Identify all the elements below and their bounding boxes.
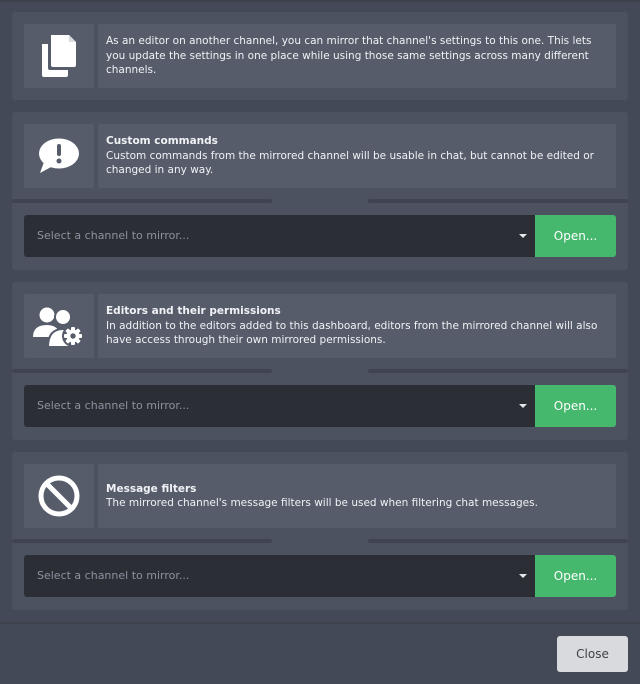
- divider: [368, 369, 628, 373]
- chevron-down-icon: [519, 574, 527, 578]
- intro-description: As an editor on another channel, you can…: [106, 35, 592, 77]
- message-filters-text-box: Message filters The mirrored channel's m…: [98, 464, 616, 528]
- divider: [12, 369, 272, 373]
- select-placeholder: Select a channel to mirror...: [37, 399, 190, 412]
- divider: [368, 199, 628, 203]
- exclamation-speech-bubble-icon: [39, 138, 79, 173]
- custom-commands-icon-box: [24, 124, 94, 188]
- divider: [12, 539, 272, 543]
- message-filters-title: Message filters: [106, 482, 197, 495]
- intro-panel: As an editor on another channel, you can…: [12, 12, 628, 100]
- editors-title: Editors and their permissions: [106, 305, 281, 318]
- select-placeholder: Select a channel to mirror...: [37, 229, 190, 242]
- message-filters-open-button[interactable]: Open...: [535, 555, 616, 597]
- chevron-down-icon: [519, 234, 527, 238]
- custom-commands-description: Custom commands from the mirrored channe…: [106, 149, 594, 177]
- editors-open-button[interactable]: Open...: [535, 385, 616, 427]
- message-filters-panel: Message filters The mirrored channel's m…: [12, 452, 628, 610]
- chevron-down-icon: [519, 404, 527, 408]
- editors-panel: Editors and their permissions In additio…: [12, 282, 628, 440]
- custom-commands-panel: Custom commands Custom commands from the…: [12, 112, 628, 270]
- message-filters-icon-box: [24, 464, 94, 528]
- custom-commands-text-box: Custom commands Custom commands from the…: [98, 124, 616, 188]
- select-placeholder: Select a channel to mirror...: [37, 569, 190, 582]
- divider: [12, 199, 272, 203]
- footer-divider: [0, 622, 640, 624]
- editors-icon-box: [24, 294, 94, 358]
- custom-commands-open-button[interactable]: Open...: [535, 215, 616, 257]
- divider: [368, 539, 628, 543]
- editors-text-box: Editors and their permissions In additio…: [98, 294, 616, 358]
- editors-description: In addition to the editors added to this…: [106, 319, 598, 347]
- custom-commands-title: Custom commands: [106, 135, 218, 148]
- users-gear-icon: [33, 307, 84, 347]
- top-divider: [0, 0, 640, 2]
- intro-icon-box: [24, 24, 94, 88]
- custom-commands-channel-select[interactable]: Select a channel to mirror...: [24, 215, 535, 257]
- message-filters-channel-select[interactable]: Select a channel to mirror...: [24, 555, 535, 597]
- message-filters-description: The mirrored channel's message filters w…: [106, 497, 538, 509]
- editors-channel-select[interactable]: Select a channel to mirror...: [24, 385, 535, 427]
- copy-icon: [42, 35, 76, 77]
- intro-description-box: As an editor on another channel, you can…: [98, 24, 616, 88]
- close-button[interactable]: Close: [557, 636, 628, 672]
- ban-icon: [38, 475, 80, 517]
